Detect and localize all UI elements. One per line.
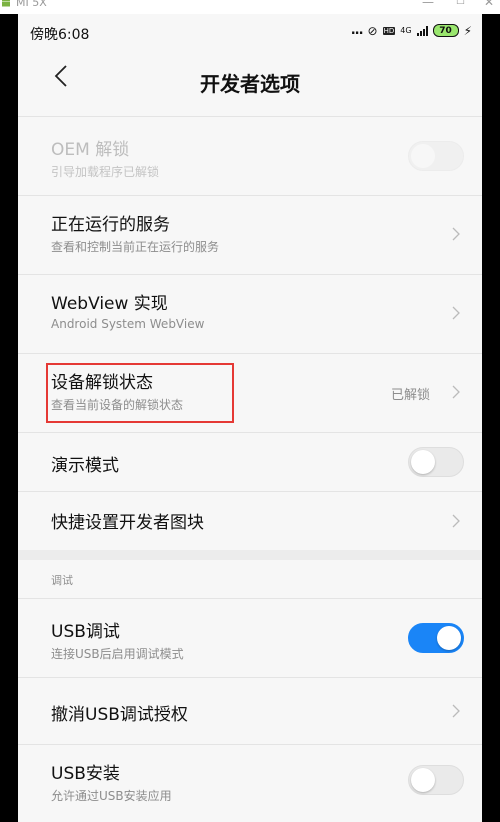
setting-running-services[interactable]: 正在运行的服务 查看和控制当前正在运行的服务 [18,195,482,274]
hd-icon: HD [382,26,396,35]
setting-title: 快捷设置开发者图块 [51,513,204,533]
setting-oem-unlock: OEM 解锁 引导加载程序已解锁 [18,116,482,195]
maximize-button[interactable]: ☐ [456,0,465,7]
demo-mode-toggle[interactable] [408,447,464,477]
section-label: 调试 [51,574,73,587]
setting-title: USB调试 [51,622,120,642]
chevron-right-icon [452,704,460,718]
battery-level: 70 [439,25,452,36]
chevron-right-icon [452,227,460,241]
page-header: 开发者选项 [18,50,482,110]
setting-title: 撤消USB调试授权 [51,705,188,725]
window-title: MI 5X [16,0,47,9]
settings-list: OEM 解锁 引导加载程序已解锁 正在运行的服务 查看和控制当前正在运行的服务 … [18,116,482,822]
toggle-knob [411,768,435,792]
setting-quick-settings-tiles[interactable]: 快捷设置开发者图块 [18,491,482,550]
setting-usb-debugging[interactable]: USB调试 连接USB后启用调试模式 [18,599,482,677]
toggle-knob [437,626,461,650]
highlight-annotation-box [46,363,234,423]
setting-title: OEM 解锁 [51,140,130,160]
battery-icon: 70 [432,24,459,37]
oem-unlock-toggle [408,141,464,171]
signal-icon [416,25,428,36]
section-header-debug: 调试 [18,560,482,599]
status-time: 傍晚6:08 [30,27,90,43]
setting-webview[interactable]: WebView 实现 Android System WebView [18,274,482,353]
minimize-button[interactable]: — [422,0,434,9]
status-icons: ... ⊘ HD 4G 70 ⚡ [351,23,472,38]
section-divider [18,550,482,560]
toggle-knob [411,144,435,168]
chevron-right-icon [452,306,460,320]
setting-title: 正在运行的服务 [51,215,170,235]
android-icon [2,0,10,7]
close-button[interactable]: ✕ [484,0,494,9]
toggle-knob [411,450,435,474]
network-type: 4G [400,25,412,35]
chevron-right-icon [452,514,460,528]
setting-subtitle: 引导加载程序已解锁 [51,165,160,179]
usb-debugging-toggle[interactable] [408,623,464,653]
setting-subtitle: Android System WebView [51,317,205,331]
unlock-status-value: 已解锁 [390,388,430,403]
setting-subtitle: 连接USB后启用调试模式 [51,647,184,661]
setting-title: WebView 实现 [51,294,168,314]
setting-title: 演示模式 [51,456,119,476]
chevron-right-icon [452,385,460,399]
phone-screen: 傍晚6:08 ... ⊘ HD 4G 70 ⚡ 开发者选项 OEM 解锁 引导加… [18,14,482,822]
setting-demo-mode[interactable]: 演示模式 [18,432,482,491]
usb-install-toggle[interactable] [408,765,464,795]
charging-icon: ⚡ [463,23,472,38]
window-titlebar: MI 5X — ☐ ✕ [0,0,500,14]
setting-subtitle: 允许通过USB安装应用 [51,789,172,803]
setting-subtitle: 查看和控制当前正在运行的服务 [51,240,220,254]
status-bar: 傍晚6:08 ... ⊘ HD 4G 70 ⚡ [18,14,482,50]
notification-dots: ... [350,23,364,38]
setting-usb-install[interactable]: USB安装 允许通过USB安装应用 [18,744,482,822]
page-title: 开发者选项 [200,72,300,96]
setting-revoke-usb-auth[interactable]: 撤消USB调试授权 [18,677,482,744]
no-sim-icon: ⊘ [367,23,378,38]
setting-title: USB安装 [51,764,120,784]
